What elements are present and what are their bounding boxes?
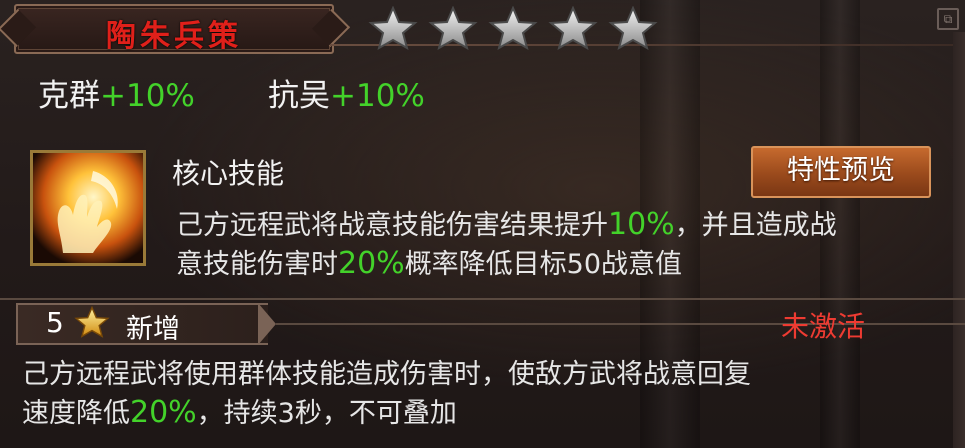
- bonus-label: 抗吴: [268, 78, 330, 114]
- desc-text: 意技能伤害时: [176, 249, 338, 280]
- tier-label: 新增: [126, 314, 180, 345]
- star-icon: [608, 6, 658, 50]
- card-title: 陶朱兵策: [106, 19, 242, 54]
- bonus-item: 抗吴+10%: [268, 70, 425, 115]
- star-icon: [548, 6, 598, 50]
- bonus-label: 克群: [38, 78, 100, 114]
- flame-hand-icon: [33, 153, 143, 263]
- desc-text: 概率降低目标50战意值: [404, 249, 683, 280]
- desc-text: 己方远程武将战意技能伤害结果提升: [176, 210, 608, 241]
- star-icon: [428, 6, 478, 50]
- desc-text: ，并且造成战: [674, 210, 837, 241]
- window-frame-icon: ⧉: [937, 8, 959, 30]
- star-icon: [488, 6, 538, 50]
- desc-text: 速度降低: [22, 398, 130, 429]
- desc-highlight: 20%: [130, 395, 197, 430]
- skill-title: 核心技能: [172, 157, 285, 190]
- bonus-item: 克群+10%: [38, 70, 195, 115]
- section-divider: [0, 298, 965, 300]
- desc-text: 己方远程武将使用群体技能造成伤害时，使敌方武将战意回复: [22, 359, 751, 390]
- skill-icon-frame[interactable]: [30, 150, 146, 266]
- bonus-value: +10%: [330, 78, 425, 114]
- desc-highlight: 10%: [608, 207, 675, 242]
- title-banner: 陶朱兵策: [14, 4, 334, 54]
- skill-description: 己方远程武将战意技能伤害结果提升10%，并且造成战 意技能伤害时20%概率降低目…: [176, 206, 956, 284]
- trait-preview-button[interactable]: 特性预览: [751, 146, 931, 198]
- desc-text: ，持续3秒，不可叠加: [196, 398, 457, 429]
- star-rating: [368, 6, 658, 50]
- tier-bar-tip: [258, 303, 276, 345]
- tier-description: 己方远程武将使用群体技能造成伤害时，使敌方武将战意回复 速度降低20%，持续3秒…: [22, 356, 922, 433]
- star-icon: [368, 6, 418, 50]
- desc-highlight: 20%: [338, 246, 405, 281]
- status-badge: 未激活: [781, 310, 866, 343]
- tier-level: 5: [46, 306, 64, 339]
- bonus-value: +10%: [100, 78, 195, 114]
- gold-star-icon: [74, 305, 110, 338]
